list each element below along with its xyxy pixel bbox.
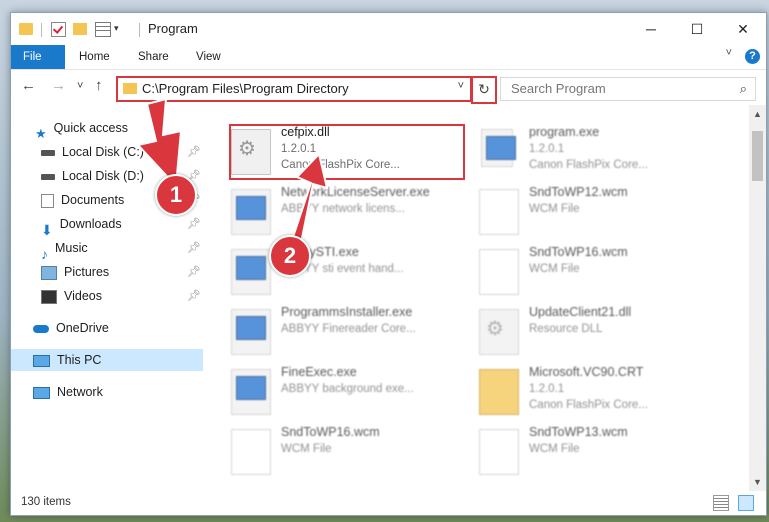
step-1-badge: 1 bbox=[155, 174, 197, 216]
step-2-badge: 2 bbox=[269, 235, 311, 277]
explorer-window: ▾ Program ─ ☐ ✕ File Home Share View ˅ ?… bbox=[10, 12, 767, 516]
annotation-arrows bbox=[136, 97, 329, 255]
annotation-arrow-1 bbox=[136, 97, 183, 189]
